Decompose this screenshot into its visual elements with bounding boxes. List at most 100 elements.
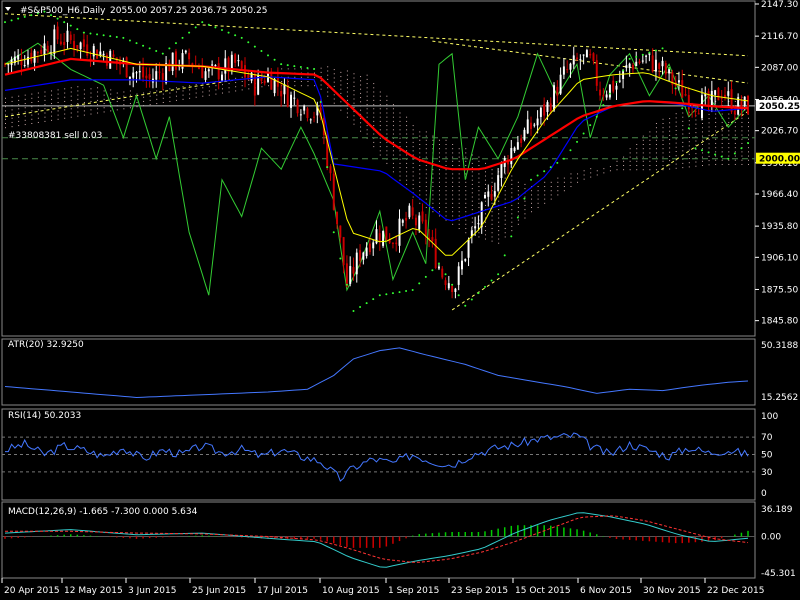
cloud-dot: [458, 202, 460, 204]
trendline-resistance-2[interactable]: [432, 40, 749, 84]
cloud-dot: [24, 115, 26, 117]
cloud-dot: [392, 146, 394, 148]
cloud-dot: [386, 129, 388, 131]
cloud-dot: [728, 121, 730, 123]
cloud-dot: [110, 93, 112, 95]
cloud-dot: [392, 108, 394, 110]
cloud-dot: [425, 135, 427, 137]
cloud-dot: [695, 157, 697, 159]
sar-dot: [214, 26, 217, 29]
trendline-support[interactable]: [451, 111, 749, 311]
cloud-dot: [531, 194, 533, 196]
cloud-dot: [511, 221, 513, 223]
cloud-dot: [721, 163, 723, 165]
cloud-dot: [419, 144, 421, 146]
candle-body: [174, 51, 177, 70]
cloud-dot: [649, 152, 651, 154]
cloud-dot: [484, 204, 486, 206]
cloud-dot: [24, 98, 26, 100]
cloud-dot: [748, 134, 749, 136]
cloud-dot: [695, 144, 697, 146]
cloud-dot: [498, 234, 500, 236]
cloud-dot: [682, 141, 684, 143]
cloud-dot: [235, 86, 237, 88]
cloud-dot: [471, 188, 473, 190]
cloud-dot: [445, 215, 447, 217]
cloud-dot: [491, 169, 493, 171]
cloud-dot: [162, 101, 164, 103]
cloud-dot: [70, 112, 72, 114]
cloud-dot: [379, 154, 381, 156]
cloud-dot: [5, 97, 6, 99]
cloud-dot: [70, 99, 72, 101]
cloud-dot: [682, 146, 684, 148]
cloud-dot: [636, 144, 638, 146]
cloud-dot: [734, 134, 736, 136]
cloud-dot: [327, 74, 329, 76]
cloud-dot: [103, 90, 105, 92]
cloud-dot: [425, 198, 427, 200]
cloud-dot: [484, 221, 486, 223]
candle-body: [73, 41, 76, 49]
cloud-dot: [517, 223, 519, 225]
cloud-dot: [557, 186, 559, 188]
cloud-dot: [432, 186, 434, 188]
candle-body: [253, 73, 256, 96]
cloud-dot: [97, 87, 99, 89]
cloud-dot: [715, 142, 717, 144]
candle-body: [197, 67, 200, 70]
cloud-dot: [577, 173, 579, 175]
cloud-dot: [728, 155, 730, 157]
cloud-dot: [728, 138, 730, 140]
cloud-dot: [346, 99, 348, 101]
cloud-dot: [484, 183, 486, 185]
cloud-dot: [419, 190, 421, 192]
candle-body: [704, 94, 707, 97]
candle-body: [654, 59, 657, 72]
cloud-dot: [623, 169, 625, 171]
cloud-dot: [452, 215, 454, 217]
cloud-dot: [360, 126, 362, 128]
candle-body: [645, 55, 648, 57]
cloud-dot: [537, 186, 539, 188]
cloud-dot: [406, 141, 408, 143]
cloud-dot: [452, 202, 454, 204]
sar-dot: [589, 124, 592, 127]
cloud-dot: [116, 100, 118, 102]
cloud-dot: [563, 186, 565, 188]
cloud-dot: [445, 165, 447, 167]
cloud-dot: [721, 113, 723, 115]
candle-body: [700, 95, 703, 119]
main-price-panel[interactable]: [1, 0, 756, 337]
time-tick-label: 15 Oct 2015: [515, 586, 571, 596]
cloud-dot: [24, 124, 26, 126]
cloud-dot: [18, 120, 20, 122]
candle-body: [378, 233, 381, 242]
cloud-dot: [399, 175, 401, 177]
rsi-panel[interactable]: [1, 408, 756, 501]
cloud-dot: [307, 85, 309, 87]
cloud-dot: [662, 118, 664, 120]
cloud-dot: [300, 85, 302, 87]
cloud-dot: [748, 126, 749, 128]
cloud-dot: [11, 126, 13, 128]
price-tick-label: 1906.10: [761, 253, 798, 263]
chevron-down-icon[interactable]: [5, 7, 11, 11]
cloud-dot: [51, 107, 53, 109]
cloud-dot: [655, 139, 657, 141]
cloud-dot: [406, 175, 408, 177]
cloud-dot: [577, 181, 579, 183]
cloud-dot: [511, 209, 513, 211]
candle-body: [355, 252, 358, 275]
atr-panel[interactable]: [1, 338, 756, 406]
rsi-tick-label: 100: [761, 412, 778, 422]
trendline-resistance-1[interactable]: [4, 13, 749, 57]
cloud-dot: [346, 87, 348, 89]
rsi-tick-label: 50: [761, 451, 773, 461]
cloud-dot: [248, 84, 250, 86]
cloud-dot: [616, 160, 618, 162]
candle-body: [467, 239, 470, 258]
cloud-dot: [583, 174, 585, 176]
cloud-dot: [425, 152, 427, 154]
order-label[interactable]: #33808381 sell 0.03: [8, 131, 102, 141]
